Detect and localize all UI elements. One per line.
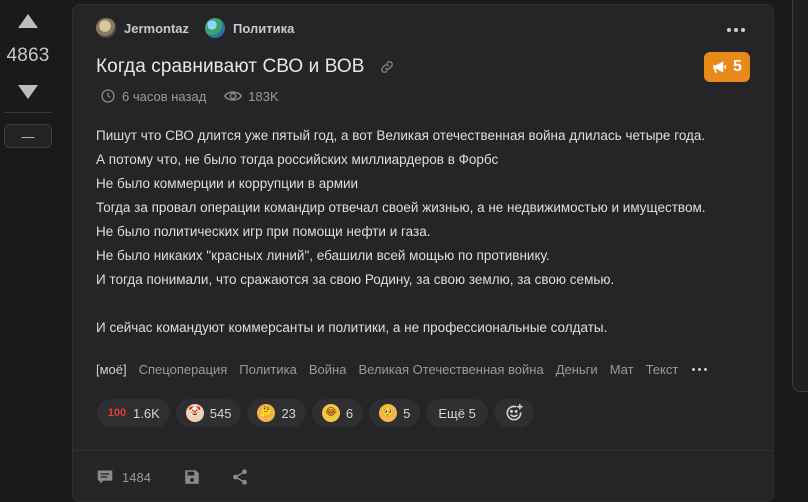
reaction-count: 5 bbox=[403, 405, 411, 421]
save-icon[interactable] bbox=[183, 468, 201, 486]
megaphone-icon bbox=[712, 60, 727, 74]
tag-item[interactable]: Политика bbox=[239, 362, 297, 377]
tag-item[interactable]: Спецоперация bbox=[139, 362, 228, 377]
thinking-face-icon: 🤔 bbox=[257, 404, 276, 422]
reaction-hundred[interactable]: 100 1.6K bbox=[97, 399, 170, 427]
comment-icon bbox=[97, 470, 113, 484]
more-options-icon[interactable] bbox=[722, 22, 750, 38]
content-line: И тогда понимали, что сражаются за свою … bbox=[96, 272, 615, 287]
reaction-count: 6 bbox=[345, 405, 354, 421]
comments-count: 1484 bbox=[122, 469, 151, 485]
content-line: Тогда за провал операции командир отвеча… bbox=[96, 200, 706, 215]
reaction-count: 1.6K bbox=[133, 405, 160, 421]
tag-item[interactable]: Война bbox=[309, 362, 347, 377]
post-meta: Jermontaz Политика bbox=[96, 18, 294, 38]
right-panel-edge bbox=[792, 0, 808, 392]
link-icon[interactable] bbox=[379, 58, 397, 76]
content-line: И сейчас командуют коммерсанты и политик… bbox=[96, 320, 608, 335]
reaction-thinking[interactable]: 🤔 23 bbox=[247, 399, 306, 427]
content-line: Не было никаких "красных линий", ебашили… bbox=[96, 248, 550, 263]
vote-score: 4863 bbox=[6, 45, 50, 66]
post-content: Пишут что СВО длится уже пятый год, а во… bbox=[96, 124, 766, 340]
community-globe-icon[interactable] bbox=[205, 18, 226, 38]
content-line: Не было коммерции и коррупции в армии bbox=[96, 176, 359, 191]
tag-item[interactable]: Мат bbox=[610, 362, 634, 377]
author-avatar[interactable] bbox=[96, 18, 116, 38]
upvote-arrow-icon[interactable] bbox=[17, 11, 39, 31]
rating-badge[interactable]: 5 bbox=[704, 52, 750, 82]
more-reactions-button[interactable]: Ещё 5 bbox=[426, 399, 488, 427]
vote-divider bbox=[4, 112, 52, 113]
author-name[interactable]: Jermontaz bbox=[124, 21, 189, 36]
tag-item[interactable]: [моё] bbox=[96, 362, 127, 377]
views-count: 183K bbox=[248, 88, 279, 104]
laughing-face-icon: 😂 bbox=[321, 404, 340, 422]
tag-list: [моё] Спецоперация Политика Война Велика… bbox=[96, 360, 708, 378]
content-line: Не было политических игр при помощи нефт… bbox=[96, 224, 431, 239]
reactions-bar: 100 1.6K 🤡 545 🤔 23 😂 6 🥺 5 Ещё 5 bbox=[97, 399, 534, 427]
hundred-points-icon: 100 bbox=[107, 406, 127, 419]
add-emoji-icon bbox=[504, 403, 524, 423]
post-title[interactable]: Когда сравнивают СВО и ВОВ bbox=[96, 56, 365, 78]
tag-item[interactable]: Великая Отечественная война bbox=[358, 362, 543, 377]
pleading-face-icon: 🥺 bbox=[379, 404, 398, 422]
more-tags-icon[interactable] bbox=[692, 360, 708, 378]
reaction-count: 545 bbox=[209, 405, 232, 421]
reaction-clown[interactable]: 🤡 545 bbox=[175, 399, 242, 427]
tag-item[interactable]: Текст bbox=[646, 362, 679, 377]
content-line: А потому что, не было тогда российских м… bbox=[96, 152, 499, 167]
share-icon[interactable] bbox=[231, 468, 249, 486]
downvote-arrow-icon[interactable] bbox=[17, 82, 39, 102]
content-line: Пишут что СВО длится уже пятый год, а во… bbox=[96, 128, 706, 143]
reaction-laughing[interactable]: 😂 6 bbox=[311, 399, 364, 427]
minus-button[interactable]: — bbox=[4, 124, 52, 148]
reaction-count: 23 bbox=[281, 405, 296, 421]
tag-item[interactable]: Деньги bbox=[556, 362, 598, 377]
comments-button[interactable]: 1484 bbox=[96, 469, 151, 485]
footer-divider bbox=[73, 450, 773, 451]
post-info: 6 часов назад 183K bbox=[100, 86, 279, 106]
eye-icon bbox=[224, 88, 243, 104]
add-reaction-button[interactable] bbox=[493, 399, 534, 427]
post-footer: 1484 bbox=[96, 466, 249, 488]
time-ago: 6 часов назад bbox=[122, 88, 207, 104]
community-name[interactable]: Политика bbox=[233, 21, 294, 36]
clock-icon bbox=[100, 88, 116, 104]
rating-value: 5 bbox=[733, 58, 742, 75]
title-row: Когда сравнивают СВО и ВОВ bbox=[96, 54, 397, 80]
clown-face-icon: 🤡 bbox=[185, 404, 204, 422]
reaction-pleading[interactable]: 🥺 5 bbox=[369, 399, 421, 427]
vote-column: 4863 — bbox=[0, 0, 56, 502]
